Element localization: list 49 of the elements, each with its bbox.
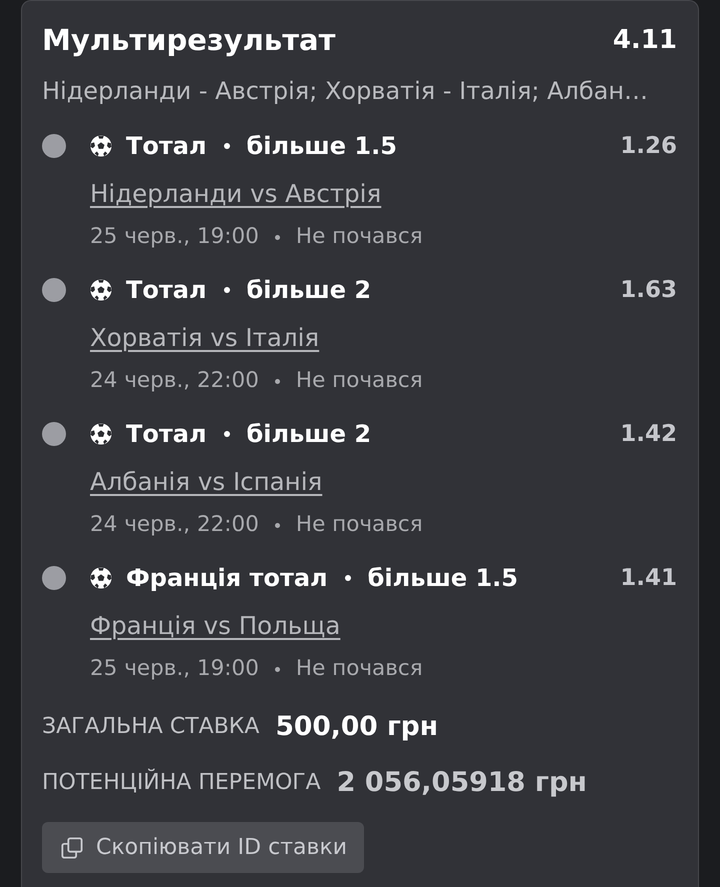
soccer-ball-icon bbox=[90, 279, 112, 301]
market-name: Тотал bbox=[126, 131, 207, 162]
status-dot-icon bbox=[42, 134, 66, 158]
potential-win-value: 2 056,05918 грн bbox=[336, 766, 587, 800]
status-dot-icon bbox=[42, 278, 66, 302]
bet-title: Мультирезультат bbox=[42, 22, 336, 58]
stake-label: ЗАГАЛЬНА СТАВКА bbox=[42, 713, 260, 741]
copy-id-button[interactable]: Скопіювати ID ставки bbox=[42, 822, 364, 873]
soccer-ball-icon bbox=[90, 567, 112, 589]
match-link[interactable]: Франція vs Польща bbox=[90, 610, 340, 642]
match-link[interactable]: Албанія vs Іспанія bbox=[90, 466, 322, 498]
match-status: Не почався bbox=[296, 511, 423, 539]
match-date: 24 черв., 22:00 bbox=[90, 511, 259, 539]
market-name: Франція тотал bbox=[126, 563, 328, 594]
bullet-icon bbox=[274, 234, 280, 240]
bet-summary: Нідерланди - Австрія; Хорватія - Італія; Албан… bbox=[42, 76, 650, 107]
status-dot-icon bbox=[42, 422, 66, 446]
bullet-icon bbox=[224, 287, 230, 293]
match-status: Не почався bbox=[296, 655, 423, 683]
match-date: 25 черв., 19:00 bbox=[90, 655, 259, 683]
bullet-icon bbox=[224, 143, 230, 149]
match-link[interactable]: Нідерланди vs Австрія bbox=[90, 178, 382, 210]
stake-value: 500,00 грн bbox=[275, 710, 438, 744]
match-link[interactable]: Хорватія vs Італія bbox=[90, 322, 320, 354]
selection-odds: 1.42 bbox=[620, 420, 677, 449]
market-name: Тотал bbox=[126, 275, 207, 306]
bullet-icon bbox=[274, 378, 280, 384]
outcome-name: більше 1.5 bbox=[246, 131, 397, 162]
total-odds: 4.11 bbox=[612, 24, 677, 57]
outcome-name: більше 2 bbox=[246, 275, 372, 306]
bullet-icon bbox=[274, 666, 280, 672]
bullet-icon bbox=[224, 431, 230, 437]
selection-odds: 1.26 bbox=[620, 132, 677, 161]
match-date: 25 черв., 19:00 bbox=[90, 223, 259, 251]
match-date: 24 черв., 22:00 bbox=[90, 367, 259, 395]
potential-win-label: ПОТЕНЦІЙНА ПЕРЕМОГА bbox=[42, 768, 321, 797]
bullet-icon bbox=[344, 575, 351, 581]
soccer-ball-icon bbox=[90, 423, 112, 445]
outcome-name: більше 2 bbox=[246, 419, 372, 450]
copy-icon bbox=[61, 836, 83, 858]
outcome-name: більше 1.5 bbox=[368, 563, 518, 594]
match-status: Не почався bbox=[296, 367, 423, 395]
market-name: Тотал bbox=[126, 419, 207, 450]
bullet-icon bbox=[274, 522, 280, 528]
status-dot-icon bbox=[42, 566, 66, 590]
match-status: Не почався bbox=[296, 223, 423, 251]
selection-odds: 1.41 bbox=[620, 564, 677, 593]
soccer-ball-icon bbox=[90, 135, 112, 157]
selection-odds: 1.63 bbox=[620, 276, 677, 305]
